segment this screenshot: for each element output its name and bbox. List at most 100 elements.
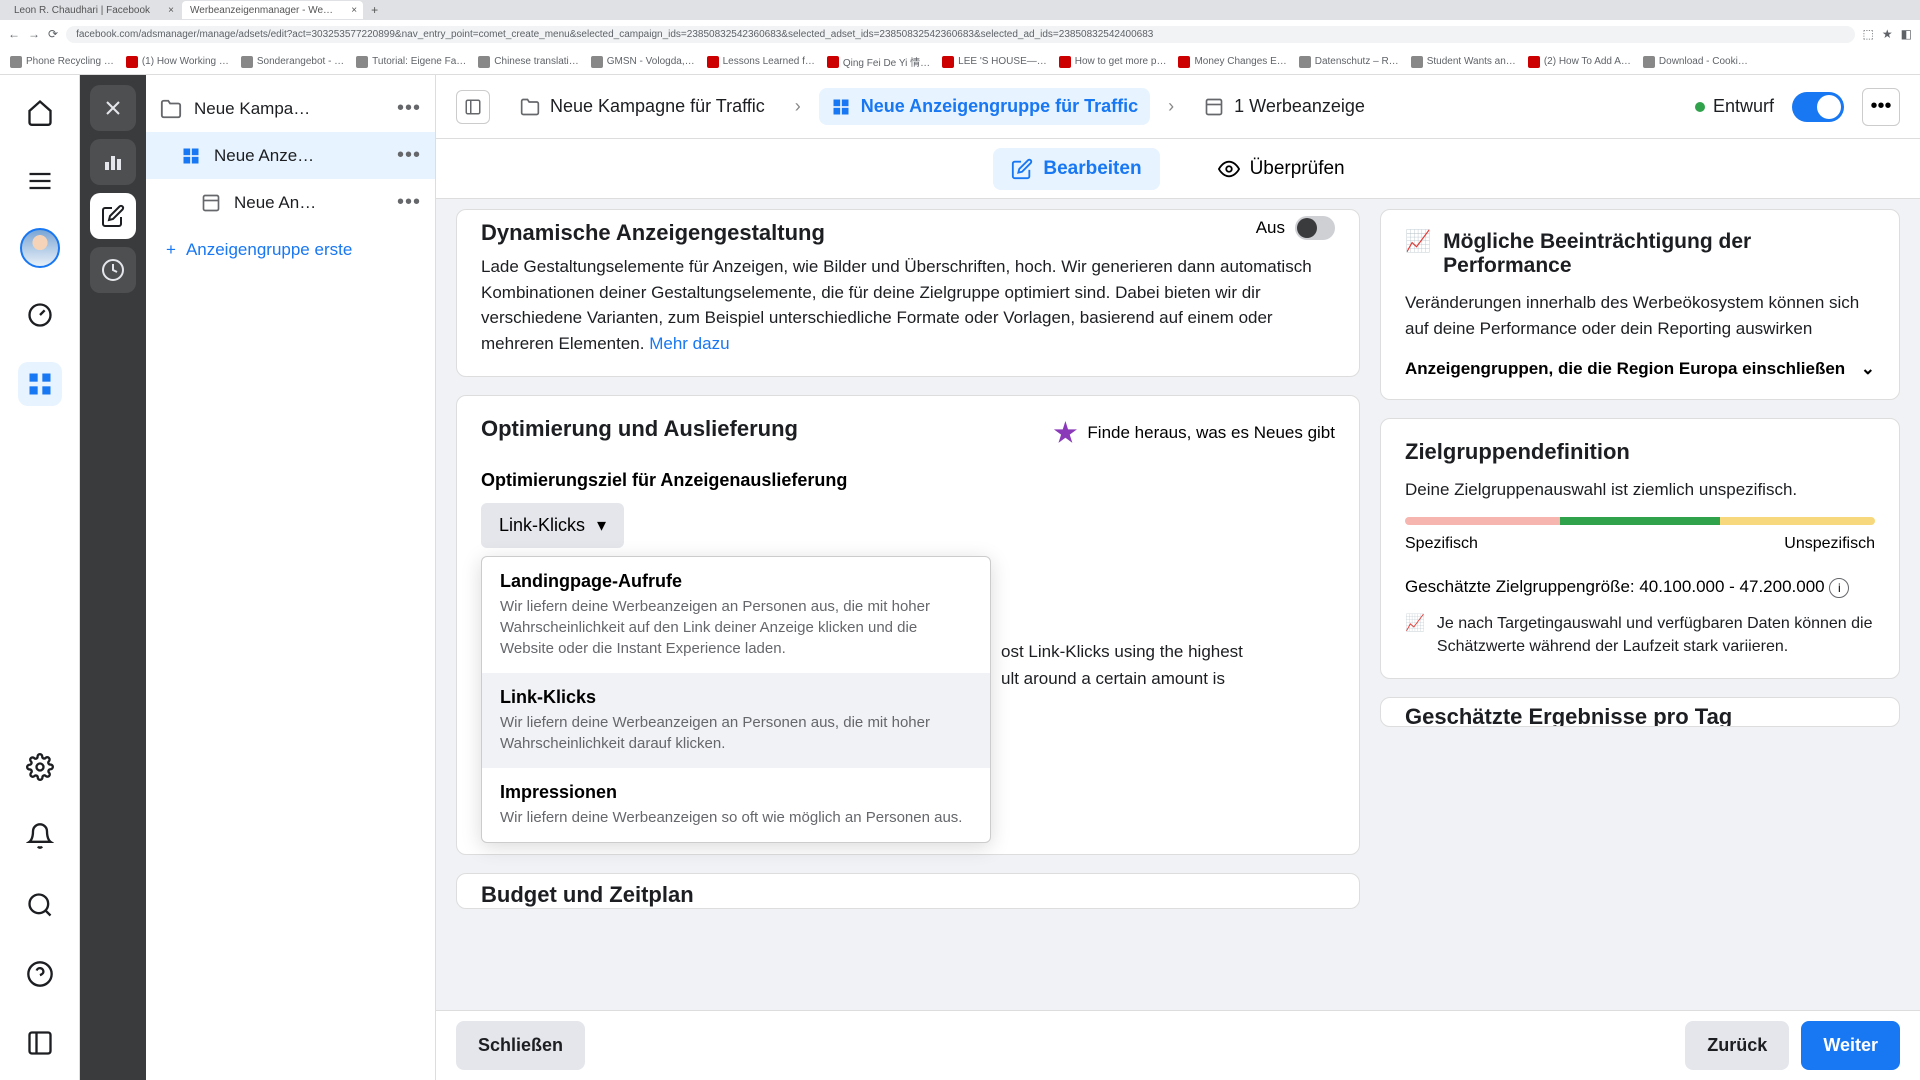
- grid-icon: [831, 97, 851, 117]
- bookmark[interactable]: Tutorial: Eigene Fa…: [356, 56, 466, 68]
- close-icon[interactable]: ×: [168, 5, 174, 16]
- optimization-goal-dropdown[interactable]: Link-Klicks ▾: [481, 503, 624, 548]
- card-title: Zielgruppendefinition: [1405, 439, 1875, 465]
- bookmark[interactable]: Datenschutz – R…: [1299, 56, 1399, 68]
- trend-icon: 📈: [1405, 230, 1431, 278]
- gauge-icon[interactable]: [18, 293, 62, 337]
- browser-tab[interactable]: Leon R. Chaudhari | Facebook×: [6, 1, 180, 19]
- reload-icon[interactable]: ⟳: [48, 27, 58, 41]
- gear-icon[interactable]: [18, 745, 62, 789]
- card-title: Budget und Zeitplan: [481, 882, 1335, 908]
- main-content: Neue Kampagne für Traffic › Neue Anzeige…: [436, 75, 1920, 1080]
- close-icon[interactable]: ×: [351, 5, 357, 16]
- ads-manager-icon[interactable]: [18, 362, 62, 406]
- bookmark[interactable]: Phone Recycling …: [10, 56, 114, 68]
- bookmark[interactable]: (1) How Working …: [126, 56, 229, 68]
- edit-icon[interactable]: [90, 193, 136, 239]
- estimated-results-card: Geschätzte Ergebnisse pro Tag: [1380, 697, 1900, 727]
- option-link-clicks[interactable]: Link-Klicks Wir liefern deine Werbeanzei…: [482, 673, 990, 768]
- star-icon: [1053, 421, 1077, 445]
- more-icon[interactable]: •••: [397, 191, 421, 214]
- audience-message: Deine Zielgruppenauswahl ist ziemlich un…: [1405, 477, 1875, 503]
- ext-icon[interactable]: ◧: [1901, 27, 1912, 41]
- more-icon[interactable]: •••: [397, 144, 421, 167]
- more-icon[interactable]: •••: [1862, 88, 1900, 126]
- chevron-down-icon: ▾: [597, 515, 606, 536]
- user-avatar[interactable]: [20, 228, 60, 268]
- tree-adset[interactable]: Neue Anze… •••: [146, 132, 435, 179]
- menu-icon[interactable]: [18, 159, 62, 203]
- bookmark[interactable]: Student Wants an…: [1411, 56, 1516, 68]
- info-icon[interactable]: i: [1829, 578, 1849, 598]
- status-badge: Entwurf: [1695, 96, 1774, 117]
- breadcrumb-ad[interactable]: 1 Werbeanzeige: [1192, 88, 1377, 125]
- learn-more-link[interactable]: Mehr dazu: [649, 334, 729, 353]
- optimization-goal-menu: Landingpage-Aufrufe Wir liefern deine We…: [481, 556, 991, 843]
- dynamic-creative-card: Dynamische Anzeigengestaltung Aus Lade G…: [456, 209, 1360, 377]
- back-button[interactable]: Zurück: [1685, 1021, 1789, 1070]
- ext-icon[interactable]: ★: [1882, 27, 1893, 41]
- url-field[interactable]: facebook.com/adsmanager/manage/adsets/ed…: [66, 26, 1854, 43]
- browser-chrome: Leon R. Chaudhari | Facebook× Werbeanzei…: [0, 0, 1920, 75]
- back-icon[interactable]: ←: [8, 27, 20, 41]
- whats-new-chip[interactable]: Finde heraus, was es Neues gibt: [1053, 421, 1335, 445]
- chevron-down-icon: ⌄: [1861, 359, 1875, 379]
- bookmark[interactable]: LEE 'S HOUSE—…: [942, 56, 1047, 68]
- card-title: Dynamische Anzeigengestaltung: [481, 220, 825, 246]
- status-toggle[interactable]: [1792, 92, 1844, 122]
- breadcrumb-campaign[interactable]: Neue Kampagne für Traffic: [508, 88, 777, 125]
- browser-tab[interactable]: Werbeanzeigenmanager - We…×: [182, 1, 363, 19]
- dynamic-creative-toggle[interactable]: [1295, 216, 1335, 240]
- bookmark[interactable]: Money Changes E…: [1178, 56, 1286, 68]
- pencil-icon: [1011, 158, 1033, 180]
- bookmark[interactable]: GMSN - Vologda,…: [591, 56, 695, 68]
- tab-review[interactable]: Überprüfen: [1200, 148, 1363, 190]
- ext-icon[interactable]: ⬚: [1863, 27, 1874, 41]
- hidden-text: ost Link-Klicks using the highest ult ar…: [1001, 638, 1401, 692]
- tab-bar: Leon R. Chaudhari | Facebook× Werbeanzei…: [0, 0, 1920, 20]
- bookmark[interactable]: Chinese translati…: [478, 56, 578, 68]
- option-landing-page-views[interactable]: Landingpage-Aufrufe Wir liefern deine We…: [482, 557, 990, 673]
- panel-toggle-icon[interactable]: [456, 90, 490, 124]
- bookmark[interactable]: Lessons Learned f…: [707, 56, 815, 68]
- tree-campaign[interactable]: Neue Kampa… •••: [146, 85, 435, 132]
- tree-ad[interactable]: Neue An… •••: [146, 179, 435, 226]
- app: Neue Kampa… ••• Neue Anze… ••• Neue An… …: [0, 75, 1920, 1080]
- chart-icon[interactable]: [90, 139, 136, 185]
- bookmark[interactable]: Download - Cooki…: [1643, 56, 1748, 68]
- new-tab-button[interactable]: +: [365, 3, 384, 17]
- bookmark[interactable]: (2) How To Add A…: [1528, 56, 1631, 68]
- card-body: Veränderungen innerhalb des Werbeökosyst…: [1405, 290, 1875, 341]
- card-body: Lade Gestaltungselemente für Anzeigen, w…: [481, 254, 1335, 356]
- more-icon[interactable]: •••: [397, 97, 421, 120]
- bookmark[interactable]: Sonderangebot - …: [241, 56, 344, 68]
- footer-bar: Schließen Zurück Weiter: [436, 1010, 1920, 1080]
- bookmark[interactable]: How to get more p…: [1059, 56, 1167, 68]
- card-title: Optimierung und Auslieferung: [481, 416, 798, 442]
- breadcrumb-adset[interactable]: Neue Anzeigengruppe für Traffic: [819, 88, 1150, 125]
- search-icon[interactable]: [18, 883, 62, 927]
- option-impressions[interactable]: Impressionen Wir liefern deine Werbeanze…: [482, 768, 990, 842]
- folder-icon: [520, 97, 540, 117]
- optimization-card: Optimierung und Auslieferung Finde herau…: [456, 395, 1360, 855]
- bookmark[interactable]: Qing Fei De Yi 情…: [827, 54, 930, 69]
- collapse-icon[interactable]: [18, 1021, 62, 1065]
- add-adset-button[interactable]: + Anzeigengruppe erste: [146, 226, 435, 274]
- bookmarks-bar: Phone Recycling … (1) How Working … Sond…: [0, 48, 1920, 75]
- close-icon[interactable]: [90, 85, 136, 131]
- europe-row[interactable]: Anzeigengruppen, die die Region Europa e…: [1405, 359, 1875, 379]
- ad-icon: [1204, 97, 1224, 117]
- toggle-label: Aus: [1256, 218, 1285, 238]
- audience-size: Geschätzte Zielgruppengröße: 40.100.000 …: [1405, 577, 1875, 598]
- eye-icon: [1218, 158, 1240, 180]
- bell-icon[interactable]: [18, 814, 62, 858]
- clock-icon[interactable]: [90, 247, 136, 293]
- help-icon[interactable]: [18, 952, 62, 996]
- performance-warning-card: 📈 Mögliche Beeinträchtigung der Performa…: [1380, 209, 1900, 400]
- close-button[interactable]: Schließen: [456, 1021, 585, 1070]
- next-button[interactable]: Weiter: [1801, 1021, 1900, 1070]
- audience-definition-card: Zielgruppendefinition Deine Zielgruppena…: [1380, 418, 1900, 679]
- forward-icon[interactable]: →: [28, 27, 40, 41]
- tab-edit[interactable]: Bearbeiten: [993, 148, 1159, 190]
- home-icon[interactable]: [18, 90, 62, 134]
